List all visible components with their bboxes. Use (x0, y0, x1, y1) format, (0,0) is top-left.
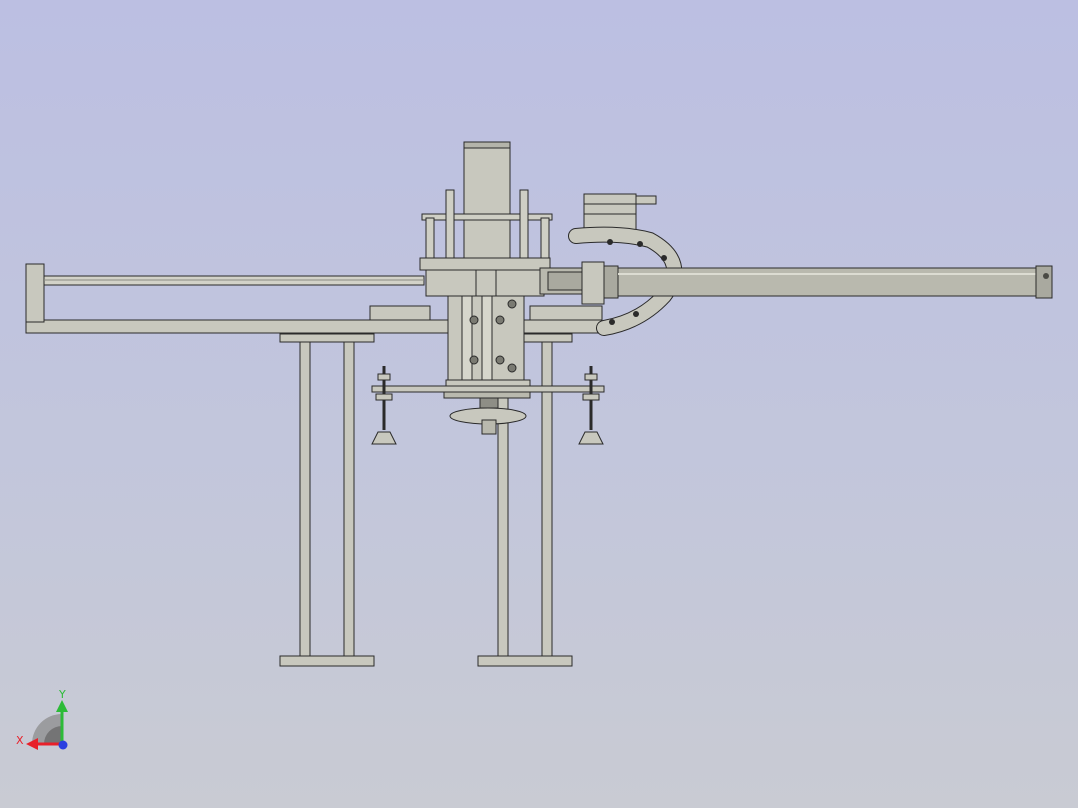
x-axis-label: X (16, 734, 24, 747)
suction-cup-bar (371, 385, 605, 435)
assembly-drawing: X Y (16, 141, 1053, 750)
left-leg-stand (279, 333, 375, 667)
y-axis-label: Y (58, 688, 66, 701)
carriage-block (419, 257, 585, 297)
axis-triad: X Y (16, 688, 68, 750)
suction-cup-right (578, 366, 604, 445)
vertical-actuator (463, 141, 511, 261)
suction-cup-left (371, 366, 397, 445)
cad-viewport[interactable]: X Y (0, 0, 1078, 808)
lift-cylinder-block (445, 295, 531, 391)
